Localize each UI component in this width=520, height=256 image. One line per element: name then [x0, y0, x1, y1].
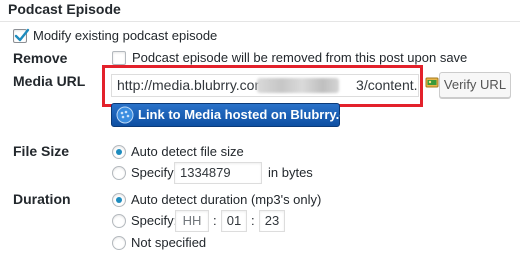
duration-label: Duration [13, 191, 71, 207]
duration-seconds-input[interactable]: 23 [259, 210, 285, 232]
file-size-specify-radio[interactable] [112, 166, 126, 180]
file-size-unit-label: in bytes [268, 165, 313, 180]
remove-checkbox-label: Podcast episode will be removed from thi… [132, 50, 468, 65]
section-title: Podcast Episode [8, 1, 121, 17]
link-blubrry-media-button[interactable]: Link to Media hosted on Blubrry.com [111, 103, 366, 127]
remove-checkbox[interactable] [112, 51, 126, 65]
media-library-icon[interactable] [425, 75, 439, 89]
file-size-specify-label: Specify: [131, 165, 178, 180]
duration-minutes-input[interactable]: 01 [221, 210, 247, 232]
duration-specify-radio[interactable] [112, 214, 126, 228]
file-size-auto-label: Auto detect file size [131, 144, 244, 159]
duration-separator: : [251, 213, 255, 228]
duration-auto-label: Auto detect duration (mp3's only) [131, 192, 322, 207]
verify-url-button[interactable]: Verify URL [439, 72, 511, 98]
file-size-label: File Size [13, 143, 70, 159]
blubrry-logo-icon [116, 106, 134, 124]
header-divider [0, 21, 520, 22]
media-url-label: Media URL [13, 73, 86, 89]
remove-label: Remove [13, 50, 68, 66]
duration-hours-input[interactable]: HH [175, 210, 209, 232]
duration-auto-radio[interactable] [112, 193, 126, 207]
file-size-input[interactable]: 1334879 [174, 162, 262, 184]
duration-separator: : [213, 213, 217, 228]
modify-existing-label: Modify existing podcast episode [33, 28, 218, 43]
modify-existing-checkbox[interactable] [13, 28, 30, 43]
highlight-box [102, 65, 423, 107]
duration-hours-placeholder: HH [182, 213, 202, 228]
duration-not-specified-radio[interactable] [112, 236, 126, 250]
checkmark-icon [14, 28, 30, 42]
file-size-auto-radio[interactable] [112, 145, 126, 159]
duration-specify-label: Specify: [131, 213, 178, 228]
link-blubrry-media-label: Link to Media hosted on Blubrry.com [138, 107, 366, 122]
duration-not-specified-label: Not specified [131, 235, 207, 250]
